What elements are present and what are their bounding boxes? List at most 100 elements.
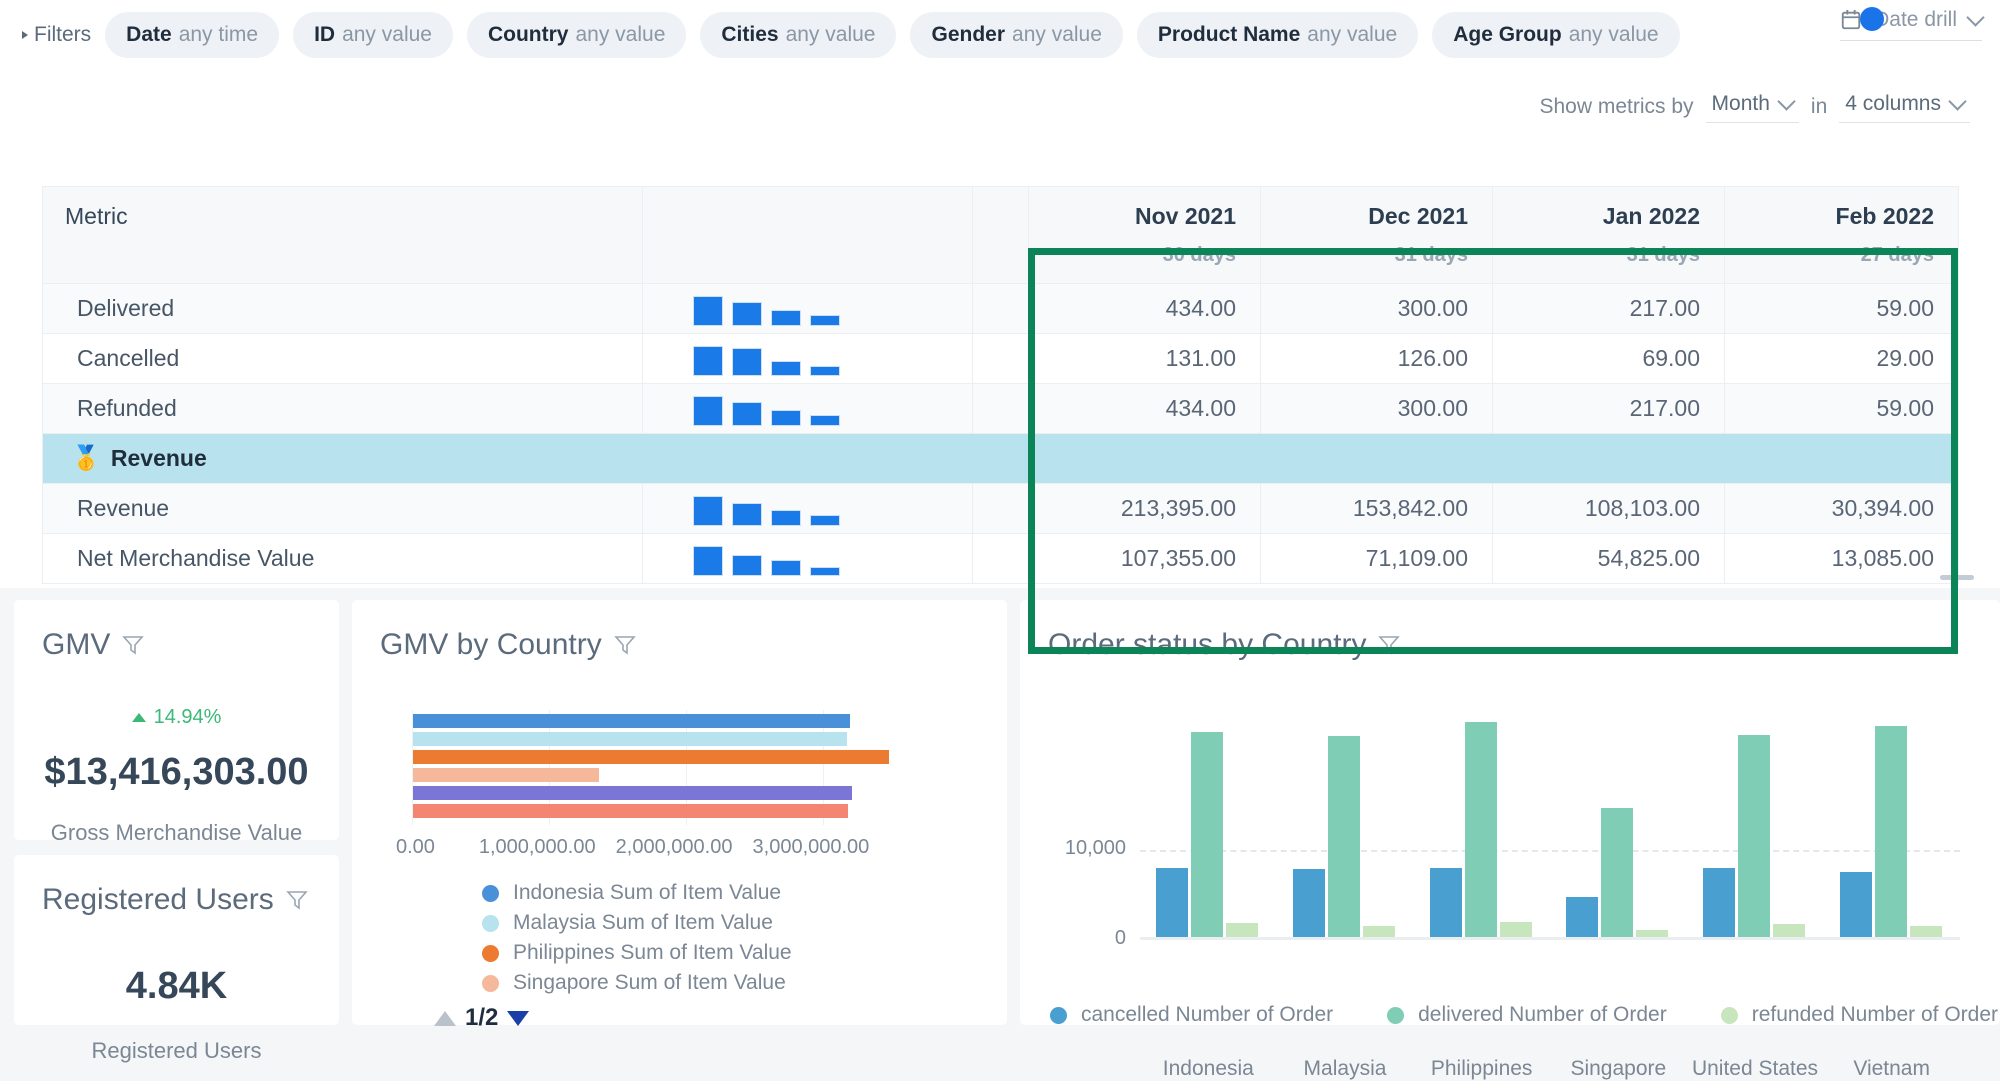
gmv-title-text: GMV bbox=[42, 628, 110, 662]
table-row-value: 107,355.00 bbox=[1029, 534, 1261, 584]
filter-chip-key: Cities bbox=[721, 23, 778, 47]
table-row-label: Cancelled bbox=[43, 334, 643, 384]
order-status-bar[interactable] bbox=[1500, 922, 1532, 937]
metrics-table-body: Delivered434.00300.00217.0059.00Cancelle… bbox=[43, 284, 1959, 584]
order-status-bar[interactable] bbox=[1703, 868, 1735, 937]
filter-chip-id[interactable]: IDany value bbox=[293, 12, 453, 58]
sparkline-bar bbox=[732, 302, 762, 326]
spacer-column-header bbox=[973, 187, 1029, 284]
legend-item[interactable]: refunded Number of Order bbox=[1721, 1000, 1998, 1030]
table-row[interactable]: Cancelled131.00126.0069.0029.00 bbox=[43, 334, 1959, 384]
registered-users-value: 4.84K bbox=[14, 965, 339, 1008]
table-row[interactable]: Delivered434.00300.00217.0059.00 bbox=[43, 284, 1959, 334]
table-row-value: 153,842.00 bbox=[1261, 484, 1493, 534]
triangle-up-icon bbox=[132, 713, 146, 722]
order-status-legend: cancelled Number of Order delivered Numbe… bbox=[1050, 1000, 1998, 1030]
filter-chip-product-name[interactable]: Product Nameany value bbox=[1137, 12, 1418, 58]
legend-item[interactable]: cancelled Number of Order bbox=[1050, 1000, 1333, 1030]
metrics-table-scroll[interactable]: Metric Nov 2021 30 days Dec 2021 31 days… bbox=[0, 70, 2000, 588]
filter-chip-gender[interactable]: Gender any value bbox=[910, 12, 1122, 58]
order-status-bar[interactable] bbox=[1840, 872, 1872, 937]
sparkline-bar bbox=[693, 296, 723, 326]
notification-dot-icon bbox=[1860, 7, 1884, 31]
legend-item[interactable]: Malaysia Sum of Item Value bbox=[482, 908, 792, 938]
gmv-bar[interactable] bbox=[413, 732, 847, 746]
order-status-bar[interactable] bbox=[1566, 897, 1598, 937]
filter-icon[interactable] bbox=[122, 634, 144, 656]
sparkline-bar bbox=[771, 510, 801, 526]
order-status-bar[interactable] bbox=[1363, 926, 1395, 937]
order-status-bar[interactable] bbox=[1226, 923, 1258, 937]
legend-label: Malaysia Sum of Item Value bbox=[513, 911, 773, 935]
gmv-by-country-title: GMV by Country bbox=[352, 600, 1007, 662]
order-status-bar[interactable] bbox=[1773, 924, 1805, 937]
sparkline-bar bbox=[810, 366, 840, 376]
date-drill-control[interactable]: Date drill bbox=[1840, 8, 1982, 41]
order-status-title: Order status by Country bbox=[1020, 600, 2000, 662]
bar-group bbox=[1840, 726, 1942, 937]
legend-label: Philippines Sum of Item Value bbox=[513, 941, 792, 965]
order-status-bar[interactable] bbox=[1430, 868, 1462, 937]
legend-pager[interactable]: 1/2 bbox=[434, 1004, 792, 1032]
gmv-bar[interactable] bbox=[413, 786, 852, 800]
order-status-bar[interactable] bbox=[1601, 808, 1633, 937]
filter-chip-cities[interactable]: Citiesany value bbox=[700, 12, 896, 58]
legend-item[interactable]: Singapore Sum of Item Value bbox=[482, 968, 792, 998]
table-row-sparkline bbox=[643, 534, 973, 584]
triangle-up-icon[interactable] bbox=[434, 1011, 456, 1026]
legend-item[interactable]: Philippines Sum of Item Value bbox=[482, 938, 792, 968]
sparkline-bar bbox=[810, 515, 840, 526]
order-status-bar[interactable] bbox=[1738, 735, 1770, 937]
sparkline-bar bbox=[732, 402, 762, 426]
filter-icon[interactable] bbox=[286, 889, 308, 911]
table-row-value: 54,825.00 bbox=[1493, 534, 1725, 584]
legend-item[interactable]: delivered Number of Order bbox=[1387, 1000, 1667, 1030]
order-status-bar[interactable] bbox=[1636, 930, 1668, 937]
table-row[interactable]: Revenue213,395.00153,842.00108,103.0030,… bbox=[43, 484, 1959, 534]
table-row[interactable]: Net Merchandise Value107,355.0071,109.00… bbox=[43, 534, 1959, 584]
legend-item[interactable]: Indonesia Sum of Item Value bbox=[482, 878, 792, 908]
x-tick-label: Malaysia bbox=[1277, 1057, 1414, 1081]
table-section-label: Revenue bbox=[111, 445, 207, 472]
chevron-down-icon[interactable] bbox=[1966, 8, 1984, 26]
x-tick-label: 3,000,000.00 bbox=[753, 836, 870, 859]
gridline bbox=[1140, 850, 1960, 852]
gmv-card: GMV 14.94% $13,416,303.00 Gross Merchand… bbox=[14, 600, 339, 840]
filter-chip-value: any value bbox=[575, 23, 665, 47]
table-row-value: 69.00 bbox=[1493, 334, 1725, 384]
order-status-bar[interactable] bbox=[1328, 736, 1360, 937]
filter-chip-date[interactable]: Dateany time bbox=[105, 12, 279, 58]
filter-chip-age-group[interactable]: Age Groupany value bbox=[1432, 12, 1679, 58]
horizontal-scrollbar[interactable] bbox=[1940, 575, 1974, 580]
order-status-bar[interactable] bbox=[1875, 726, 1907, 937]
filter-chip-country[interactable]: Countryany value bbox=[467, 12, 686, 58]
date-drill-label: Date drill bbox=[1874, 8, 1957, 32]
order-status-bar[interactable] bbox=[1465, 722, 1497, 937]
filter-icon[interactable] bbox=[614, 634, 636, 656]
table-row-spacer bbox=[973, 284, 1029, 334]
gmv-bar[interactable] bbox=[413, 768, 599, 782]
order-status-bar[interactable] bbox=[1293, 869, 1325, 937]
x-tick-label: United States bbox=[1687, 1057, 1824, 1081]
gmv-bar[interactable] bbox=[413, 804, 848, 818]
filter-icon[interactable] bbox=[1378, 634, 1400, 656]
triangle-down-icon[interactable] bbox=[507, 1011, 529, 1026]
table-row-value: 13,085.00 bbox=[1725, 534, 1959, 584]
gmv-bar[interactable] bbox=[413, 750, 889, 764]
order-status-bar[interactable] bbox=[1191, 732, 1223, 937]
table-row-value: 217.00 bbox=[1493, 384, 1725, 434]
filter-chip-value: any value bbox=[1012, 23, 1102, 47]
filter-chip-key: Gender bbox=[931, 23, 1005, 47]
sparkline-bar bbox=[810, 315, 840, 326]
filters-toggle[interactable]: Filters bbox=[22, 23, 91, 47]
table-row[interactable]: Refunded434.00300.00217.0059.00 bbox=[43, 384, 1959, 434]
table-header-row: Metric Nov 2021 30 days Dec 2021 31 days… bbox=[43, 187, 1959, 284]
gmv-delta: 14.94% bbox=[14, 706, 339, 729]
table-section-cell: 🥇Revenue bbox=[43, 434, 1959, 484]
order-status-bar[interactable] bbox=[1910, 926, 1942, 937]
order-status-bar[interactable] bbox=[1156, 868, 1188, 937]
legend-swatch bbox=[1050, 1007, 1067, 1024]
gmv-bar[interactable] bbox=[413, 714, 850, 728]
x-tick-label: Indonesia bbox=[1140, 1057, 1277, 1081]
filter-chip-list: Dateany time IDany value Countryany value C… bbox=[105, 12, 1693, 58]
